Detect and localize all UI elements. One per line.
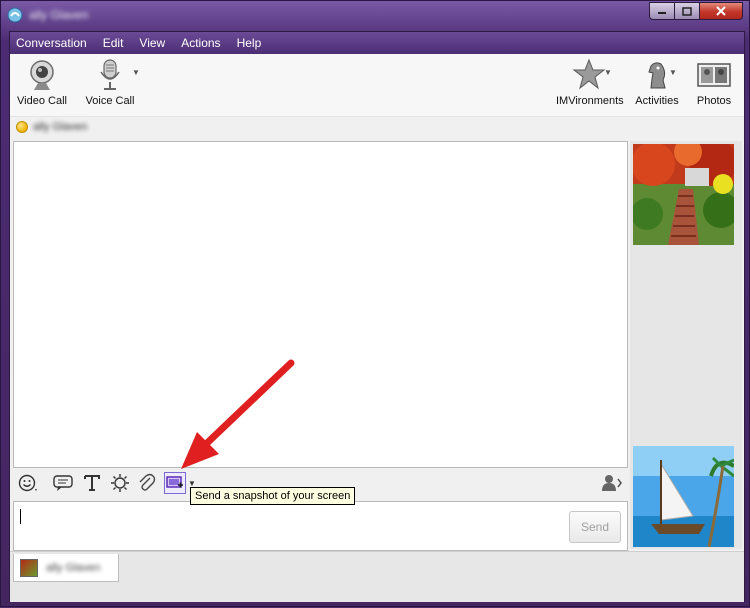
message-input[interactable]: Send [13, 501, 628, 551]
menu-view[interactable]: View [131, 32, 173, 54]
close-button[interactable] [699, 2, 743, 20]
contact-status-line: ally Glaven [16, 119, 87, 135]
display-image-panel [630, 141, 742, 549]
voice-call-button[interactable]: Voice Call [82, 58, 138, 107]
nudge-button[interactable] [52, 472, 74, 494]
window-title: ally Glaven [29, 8, 89, 22]
nudge-icon [53, 475, 73, 491]
tab-avatar-icon [20, 558, 38, 577]
tab-label: ally Glaven [46, 561, 101, 574]
contact-name: ally Glaven [33, 121, 88, 133]
audibles-icon [111, 474, 129, 492]
autumn-garden-image [633, 144, 734, 245]
snapshot-tooltip: Send a snapshot of your screen [190, 487, 356, 505]
webcam-icon [30, 60, 54, 90]
send-button[interactable]: Send [569, 511, 621, 543]
status-online-icon [16, 121, 28, 133]
snapshot-button[interactable] [164, 472, 186, 494]
client-area: Conversation Edit View Actions Help Vide… [9, 31, 745, 602]
messenger-window: ally Glaven Conversation Edit View Actio… [0, 0, 750, 607]
activities-dropdown-icon[interactable]: ▼ [669, 68, 677, 77]
snapshot-icon [166, 476, 183, 488]
microphone-icon [100, 59, 120, 90]
conversation-history[interactable] [13, 141, 628, 468]
close-icon [716, 6, 726, 16]
contact-display-image[interactable] [633, 144, 734, 245]
conversation-tab[interactable]: ally Glaven [13, 554, 119, 582]
sailboat-beach-image [633, 446, 734, 547]
emoticon-icon [18, 474, 37, 492]
menu-conversation[interactable]: Conversation [10, 32, 95, 54]
voice-call-label: Voice Call [85, 95, 135, 107]
imvironments-button[interactable]: IMVironments [556, 58, 624, 107]
imvironments-label: IMVironments [556, 95, 624, 107]
menu-actions[interactable]: Actions [173, 32, 228, 54]
text-format-button[interactable] [81, 472, 103, 494]
maximize-icon [682, 6, 692, 16]
text-format-icon [84, 475, 100, 491]
messenger-app-icon [7, 7, 23, 23]
menu-edit[interactable]: Edit [95, 32, 132, 54]
title-bar[interactable]: ally Glaven [1, 1, 749, 29]
activities-label: Activities [635, 95, 679, 107]
minimize-button[interactable] [649, 2, 675, 20]
photos-button[interactable]: Photos [694, 58, 734, 107]
imvironments-dropdown-icon[interactable]: ▼ [604, 68, 612, 77]
contact-info-button[interactable] [601, 472, 623, 494]
photos-label: Photos [696, 95, 732, 107]
video-call-label: Video Call [17, 95, 67, 107]
voice-call-dropdown-icon[interactable]: ▼ [132, 68, 140, 77]
my-display-image[interactable] [633, 446, 734, 547]
activities-button[interactable]: Activities [635, 58, 679, 107]
maximize-button[interactable] [674, 2, 700, 20]
video-call-button[interactable]: Video Call [16, 58, 68, 107]
text-caret [20, 509, 21, 524]
imvironments-icon [572, 58, 606, 90]
attach-file-button[interactable] [135, 472, 157, 494]
emoticon-button[interactable] [17, 472, 39, 494]
audibles-button[interactable] [109, 472, 131, 494]
paperclip-icon [139, 473, 156, 491]
menu-bar: Conversation Edit View Actions Help [10, 32, 744, 54]
toolbar: Video Call Voice Call ▼ IMVironments ▼ A… [10, 54, 744, 117]
minimize-icon [658, 12, 666, 14]
contact-info-icon [602, 475, 622, 491]
photos-icon [697, 63, 731, 87]
conversation-tab-strip: ally Glaven [10, 551, 744, 602]
menu-help[interactable]: Help [229, 32, 270, 54]
